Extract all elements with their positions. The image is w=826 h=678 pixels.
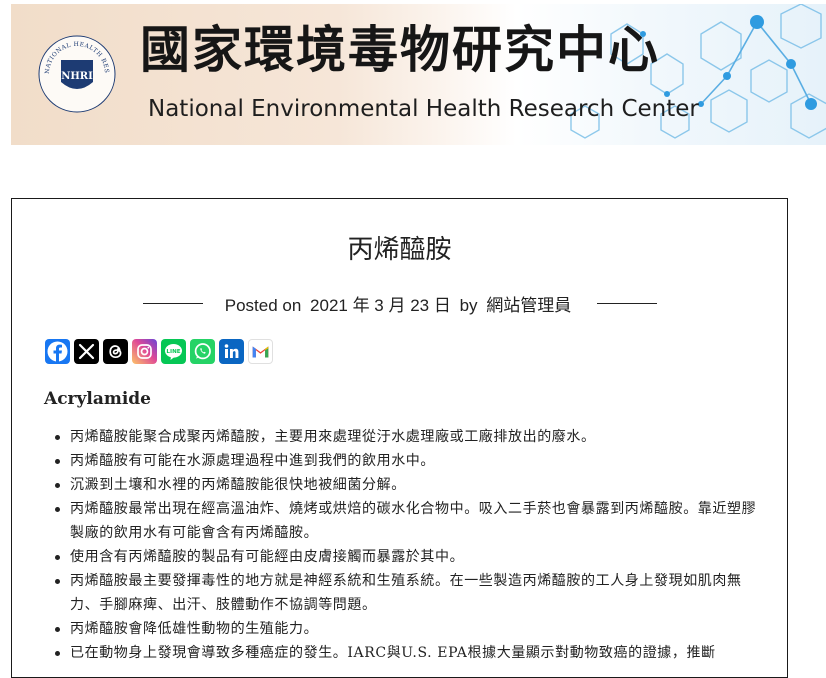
facebook-share-button[interactable] (45, 339, 70, 364)
list-item: 丙烯醯胺會降低雄性動物的生殖能力。 (44, 617, 764, 641)
list-item: 已在動物身上發現會導致多種癌症的發生。IARC與U.S. EPA根據大量顯示對動… (44, 641, 764, 665)
threads-icon (109, 345, 122, 359)
list-item: 使用含有丙烯醯胺的製品有可能經由皮膚接觸而暴露於其中。 (44, 545, 764, 569)
whatsapp-share-button[interactable] (190, 339, 215, 364)
facebook-icon (47, 341, 68, 362)
post-author-link[interactable]: 網站管理員 (486, 296, 571, 315)
share-buttons: LINE (45, 339, 273, 364)
x-icon (78, 343, 95, 360)
site-title-english: National Environmental Health Research C… (148, 96, 699, 122)
gmail-share-button[interactable] (248, 339, 273, 364)
meta-divider-right (597, 302, 658, 304)
svg-text:LINE: LINE (166, 349, 180, 355)
list-item: 丙烯醯胺最主要發揮毒性的地方就是神經系統和生殖系統。在一些製造丙烯醯胺的工人身上… (44, 569, 764, 617)
linkedin-icon (224, 344, 239, 358)
line-share-button[interactable]: LINE (161, 339, 186, 364)
whatsapp-icon (194, 343, 211, 360)
linkedin-share-button[interactable] (219, 339, 244, 364)
post-title: 丙烯醯胺 (347, 235, 452, 265)
site-banner[interactable]: NATIONAL HEALTH RESEARCH INSTITUTES NHRI… (11, 4, 826, 145)
list-item: 丙烯醯胺最常出現在經高溫油炸、燒烤或烘焙的碳水化合物中。吸入二手菸也會暴露到丙烯… (44, 497, 764, 545)
list-item: 丙烯醯胺能聚合成聚丙烯醯胺，主要用來處理從汙水處理廠或工廠排放出的廢水。 (44, 425, 764, 449)
site-title-chinese: 國家環境毒物研究中心 (140, 21, 660, 79)
instagram-share-button[interactable] (132, 339, 157, 364)
logo-monogram: NHRI (61, 71, 93, 82)
nhri-logo: NATIONAL HEALTH RESEARCH INSTITUTES NHRI (37, 34, 116, 113)
gmail-icon (252, 346, 269, 358)
instagram-icon (137, 344, 152, 359)
threads-share-button[interactable] (103, 339, 128, 364)
by-label: by (459, 295, 478, 315)
meta-divider-left (142, 302, 203, 304)
list-item: 丙烯醯胺有可能在水源處理過程中進到我們的飲用水中。 (44, 449, 764, 473)
post-meta-text: Posted on 2021 年 3 月 23 日 by 網站管理員 (225, 291, 576, 316)
fact-list: 丙烯醯胺能聚合成聚丙烯醯胺，主要用來處理從汙水處理廠或工廠排放出的廢水。 丙烯醯… (44, 425, 764, 665)
list-item: 沉澱到土壤和水裡的丙烯醯胺能很快地被細菌分解。 (44, 473, 764, 497)
posted-on-label: Posted on (224, 295, 302, 315)
section-heading: Acrylamide (44, 389, 151, 409)
post-date-link[interactable]: 2021 年 3 月 23 日 (310, 296, 451, 315)
post-meta: Posted on 2021 年 3 月 23 日 by 網站管理員 (142, 291, 658, 316)
line-icon: LINE (165, 344, 182, 360)
post-article: 丙烯醯胺 Posted on 2021 年 3 月 23 日 by 網站管理員 (11, 198, 788, 678)
x-share-button[interactable] (74, 339, 99, 364)
